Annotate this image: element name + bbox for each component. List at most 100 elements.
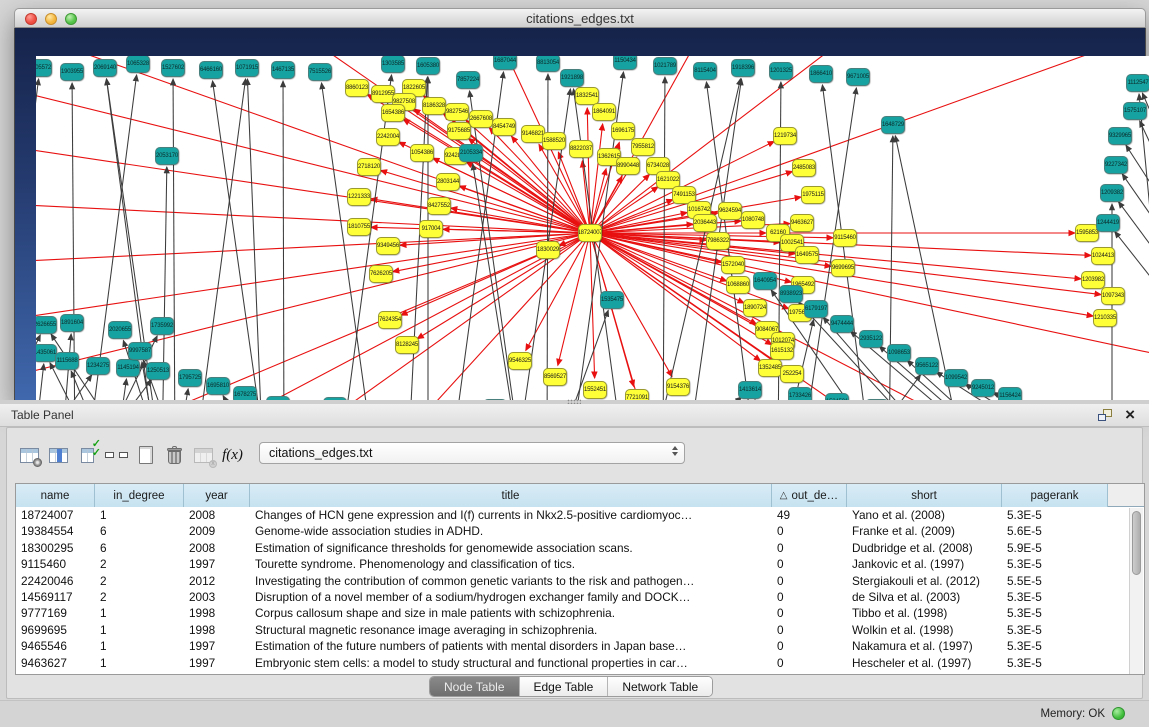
graph-node[interactable]: 2718120 xyxy=(357,158,381,176)
column-header-in_degree[interactable]: in_degree xyxy=(95,484,184,507)
window-titlebar[interactable]: citations_edges.txt xyxy=(14,8,1146,28)
memory-ok-icon[interactable] xyxy=(1112,707,1125,720)
graph-node[interactable]: 9827546 xyxy=(445,103,469,121)
column-header-name[interactable]: name xyxy=(16,484,95,507)
table-row[interactable]: 946554611997Estimation of the future num… xyxy=(16,638,1144,654)
graph-node[interactable]: 2485083 xyxy=(792,159,816,177)
graph-node[interactable]: 1640954 xyxy=(753,272,777,290)
graph-node[interactable]: 1696175 xyxy=(611,122,635,140)
network-canvas[interactable]: 8860123891295518226059827508818632898275… xyxy=(36,56,1149,413)
graph-node[interactable]: 1575107 xyxy=(1123,102,1147,120)
graph-node[interactable]: 9699695 xyxy=(831,259,855,277)
graph-node[interactable]: 1250513 xyxy=(146,362,170,380)
graph-node[interactable]: 8427552 xyxy=(427,197,451,215)
graph-node[interactable]: 9154376 xyxy=(666,378,690,396)
show-columns-button[interactable] xyxy=(44,442,73,468)
graph-node[interactable]: 8128245 xyxy=(395,336,419,354)
graph-node[interactable]: 1588520 xyxy=(542,132,566,150)
graph-node[interactable]: 8454749 xyxy=(492,118,516,136)
graph-node[interactable]: 8186328 xyxy=(422,97,446,115)
graph-node[interactable]: 1221333 xyxy=(347,188,371,206)
graph-node[interactable]: 1201325 xyxy=(769,62,793,80)
graph-node[interactable]: 2020655 xyxy=(108,321,132,339)
graph-node[interactable]: 252254 xyxy=(780,365,804,383)
graph-node[interactable]: 9115460 xyxy=(833,229,857,247)
graph-node[interactable]: 1024413 xyxy=(1091,247,1115,265)
graph-node[interactable]: 8115404 xyxy=(693,62,717,80)
graph-node[interactable]: 1065328 xyxy=(126,56,150,73)
graph-node[interactable]: 2242004 xyxy=(376,128,400,146)
graph-node[interactable]: 1975115 xyxy=(801,186,825,204)
graph-node[interactable]: 1080748 xyxy=(741,211,765,229)
graph-node[interactable]: 1830029 xyxy=(536,241,560,259)
graph-node[interactable]: 2069140 xyxy=(93,59,117,77)
table-options-button[interactable] xyxy=(15,442,44,468)
graph-node[interactable]: 8860123 xyxy=(345,79,369,97)
graph-node[interactable]: 1605380 xyxy=(416,57,440,75)
graph-node[interactable]: 1021789 xyxy=(653,57,677,75)
graph-node[interactable]: 1535475 xyxy=(600,291,624,309)
graph-node[interactable]: 1099542 xyxy=(944,369,968,387)
close-window-button[interactable] xyxy=(25,13,37,25)
column-header-short[interactable]: short xyxy=(847,484,1002,507)
graph-node[interactable]: 1735992 xyxy=(150,317,174,335)
graph-node[interactable]: 9474444 xyxy=(830,315,854,333)
graph-node[interactable]: 1649575 xyxy=(795,246,819,264)
table-selector-dropdown[interactable]: citations_edges.txt xyxy=(259,442,685,464)
row-height-button[interactable] xyxy=(102,442,131,468)
graph-node[interactable]: 1921898 xyxy=(560,69,584,87)
graph-node[interactable]: 1648729 xyxy=(881,116,905,134)
graph-node[interactable]: 9227342 xyxy=(1104,156,1128,174)
graph-node[interactable]: 1527602 xyxy=(161,59,185,77)
graph-node[interactable]: 2053170 xyxy=(155,147,179,165)
graph-node[interactable]: 1864091 xyxy=(592,103,616,121)
graph-node[interactable]: 9463627 xyxy=(790,214,814,232)
graph-node[interactable]: 9546325 xyxy=(508,352,532,370)
graph-node[interactable]: 9671005 xyxy=(846,68,870,86)
table-row[interactable]: 911546021997Tourette syndrome. Phenomeno… xyxy=(16,556,1144,572)
graph-node[interactable]: 1918396 xyxy=(731,59,755,77)
float-panel-icon[interactable] xyxy=(1098,409,1112,421)
graph-node[interactable]: 7955812 xyxy=(631,138,655,156)
graph-node[interactable]: 9565122 xyxy=(915,357,939,375)
table-row[interactable]: 1872400712008Changes of HCN gene express… xyxy=(16,507,1144,523)
graph-node[interactable]: 1795725 xyxy=(178,369,202,387)
graph-node[interactable]: 9349456 xyxy=(376,237,400,255)
column-header-title[interactable]: title xyxy=(250,484,772,507)
graph-node[interactable]: 1866410 xyxy=(809,65,833,83)
graph-node[interactable]: 1112547 xyxy=(1126,74,1149,92)
graph-node[interactable]: 2626655 xyxy=(36,316,57,334)
graph-hub-node[interactable]: 18724007 xyxy=(578,224,602,242)
graph-node[interactable]: 8938923 xyxy=(779,285,803,303)
graph-node[interactable]: 1695810 xyxy=(206,377,230,395)
table-scrollbar[interactable] xyxy=(1129,508,1143,674)
graph-node[interactable]: 1467135 xyxy=(271,61,295,79)
graph-node[interactable]: 1068860 xyxy=(726,276,750,294)
graph-node[interactable]: 1687044 xyxy=(493,56,517,70)
graph-node[interactable]: 2036443 xyxy=(693,214,717,232)
column-header-year[interactable]: year xyxy=(184,484,250,507)
graph-node[interactable]: 1810755 xyxy=(347,218,371,236)
graph-node[interactable]: 1219734 xyxy=(773,127,797,145)
zoom-window-button[interactable] xyxy=(65,13,77,25)
create-table-button[interactable] xyxy=(131,442,160,468)
graph-node[interactable]: 1244419 xyxy=(1096,214,1120,232)
graph-node[interactable]: 7986322 xyxy=(706,232,730,250)
table-row[interactable]: 1830029562008Estimation of significance … xyxy=(16,540,1144,556)
graph-node[interactable]: 1303585 xyxy=(381,56,405,73)
graph-node[interactable]: 9997587 xyxy=(128,342,152,360)
tab-network-table[interactable]: Network Table xyxy=(608,677,712,696)
table-row[interactable]: 977716911998Corpus callosum shape and si… xyxy=(16,605,1144,621)
graph-node[interactable]: 1435061 xyxy=(36,344,57,362)
graph-node[interactable]: 9245012 xyxy=(971,379,995,397)
select-all-rows-button[interactable]: ✓✓ xyxy=(73,442,102,468)
graph-node[interactable]: 7626205 xyxy=(369,265,393,283)
graph-node[interactable]: 7624354 xyxy=(378,311,402,329)
graph-node[interactable]: 1071915 xyxy=(235,59,259,77)
delete-table-button[interactable] xyxy=(160,442,189,468)
graph-node[interactable]: 1891604 xyxy=(60,314,84,332)
graph-node[interactable]: 1098653 xyxy=(887,344,911,362)
minimize-window-button[interactable] xyxy=(45,13,57,25)
graph-node[interactable]: 8822037 xyxy=(569,140,593,158)
graph-node[interactable]: 6466160 xyxy=(199,61,223,79)
